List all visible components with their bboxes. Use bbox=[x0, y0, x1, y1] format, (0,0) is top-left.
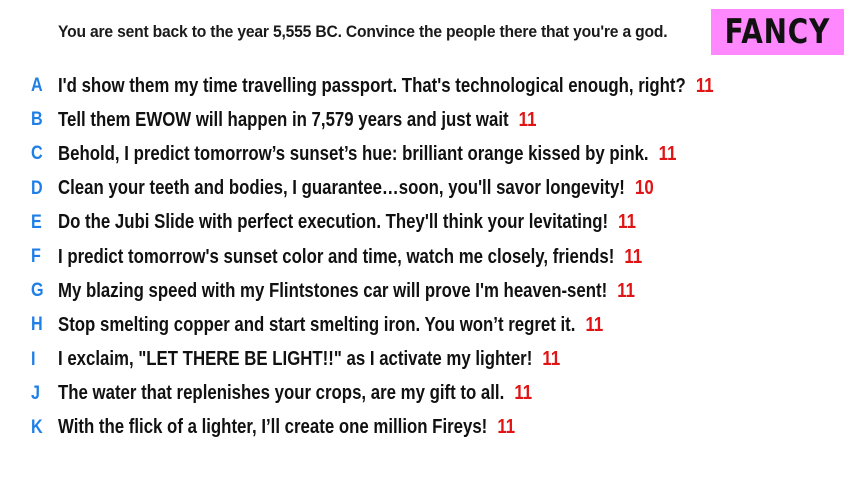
entry-row: J The water that replenishes your crops,… bbox=[0, 377, 853, 411]
entry-row: E Do the Jubi Slide with perfect executi… bbox=[0, 206, 853, 240]
entry-line: Do the Jubi Slide with perfect execution… bbox=[58, 211, 636, 234]
entry-text: Stop smelting copper and start smelting … bbox=[58, 313, 576, 336]
entry-score: 11 bbox=[542, 348, 561, 371]
entry-row: F I predict tomorrow's sunset color and … bbox=[0, 240, 853, 274]
entry-text: The water that replenishes your crops, a… bbox=[58, 382, 505, 405]
entry-text: I predict tomorrow's sunset color and ti… bbox=[58, 245, 615, 268]
entry-line: I predict tomorrow's sunset color and ti… bbox=[58, 246, 642, 269]
entry-row: H Stop smelting copper and start smeltin… bbox=[0, 308, 853, 342]
entry-row: B Tell them EWOW will happen in 7,579 ye… bbox=[0, 103, 853, 137]
entry-line: My blazing speed with my Flintstones car… bbox=[58, 280, 635, 303]
entry-letter: D bbox=[31, 177, 43, 199]
entry-text: Clean your teeth and bodies, I guarantee… bbox=[58, 177, 625, 200]
entry-line: The water that replenishes your crops, a… bbox=[58, 382, 532, 405]
entry-text: Tell them EWOW will happen in 7,579 year… bbox=[58, 108, 509, 131]
entry-score: 11 bbox=[497, 416, 516, 439]
entry-row: I I exclaim, "LET THERE BE LIGHT!!" as I… bbox=[0, 343, 853, 377]
entry-letter: C bbox=[31, 143, 43, 165]
entry-line: Tell them EWOW will happen in 7,579 year… bbox=[58, 109, 536, 132]
entry-row: A I'd show them my time travelling passp… bbox=[0, 69, 853, 103]
entry-line: Clean your teeth and bodies, I guarantee… bbox=[58, 177, 654, 200]
entry-score: 10 bbox=[634, 177, 654, 200]
entry-line: I exclaim, "LET THERE BE LIGHT!!" as I a… bbox=[58, 348, 560, 371]
entry-text: Do the Jubi Slide with perfect execution… bbox=[58, 211, 609, 234]
entry-letter: J bbox=[31, 382, 40, 404]
prompt-text: You are sent back to the year 5,555 BC. … bbox=[58, 22, 668, 41]
entry-line: I'd show them my time travelling passpor… bbox=[58, 75, 714, 98]
entry-letter: G bbox=[31, 280, 44, 302]
entry-text: My blazing speed with my Flintstones car… bbox=[58, 279, 608, 302]
entry-score: 11 bbox=[695, 74, 714, 97]
entry-score: 11 bbox=[514, 382, 533, 405]
entry-line: Behold, I predict tomorrow’s sunset’s hu… bbox=[58, 143, 676, 166]
entry-text: I'd show them my time travelling passpor… bbox=[58, 74, 686, 97]
entry-text: With the flick of a lighter, I’ll create… bbox=[58, 416, 488, 439]
entry-text: Behold, I predict tomorrow’s sunset’s hu… bbox=[58, 142, 649, 165]
entry-text: I exclaim, "LET THERE BE LIGHT!!" as I a… bbox=[58, 348, 533, 371]
badge-label: FANCY bbox=[724, 12, 831, 52]
entry-score: 11 bbox=[618, 211, 636, 234]
entry-score: 11 bbox=[617, 279, 636, 302]
entry-letter: A bbox=[31, 75, 43, 97]
entry-letter: H bbox=[31, 314, 43, 336]
entry-score: 11 bbox=[585, 313, 604, 336]
fancy-badge: FANCY bbox=[711, 9, 844, 55]
entry-row: K With the flick of a lighter, I’ll crea… bbox=[0, 411, 853, 445]
entry-line: Stop smelting copper and start smelting … bbox=[58, 314, 603, 337]
entry-letter: K bbox=[31, 416, 43, 438]
entry-score: 11 bbox=[658, 142, 677, 165]
entry-letter: F bbox=[31, 246, 41, 268]
entry-row: C Behold, I predict tomorrow’s sunset’s … bbox=[0, 137, 853, 171]
entry-list: A I'd show them my time travelling passp… bbox=[0, 69, 853, 445]
entry-line: With the flick of a lighter, I’ll create… bbox=[58, 416, 515, 439]
entry-letter: I bbox=[31, 348, 36, 370]
entry-letter: B bbox=[31, 109, 43, 131]
entry-score: 11 bbox=[518, 108, 537, 131]
entry-row: G My blazing speed with my Flintstones c… bbox=[0, 274, 853, 308]
entry-letter: E bbox=[31, 211, 42, 233]
entry-score: 11 bbox=[624, 245, 643, 268]
entry-row: D Clean your teeth and bodies, I guarant… bbox=[0, 172, 853, 206]
